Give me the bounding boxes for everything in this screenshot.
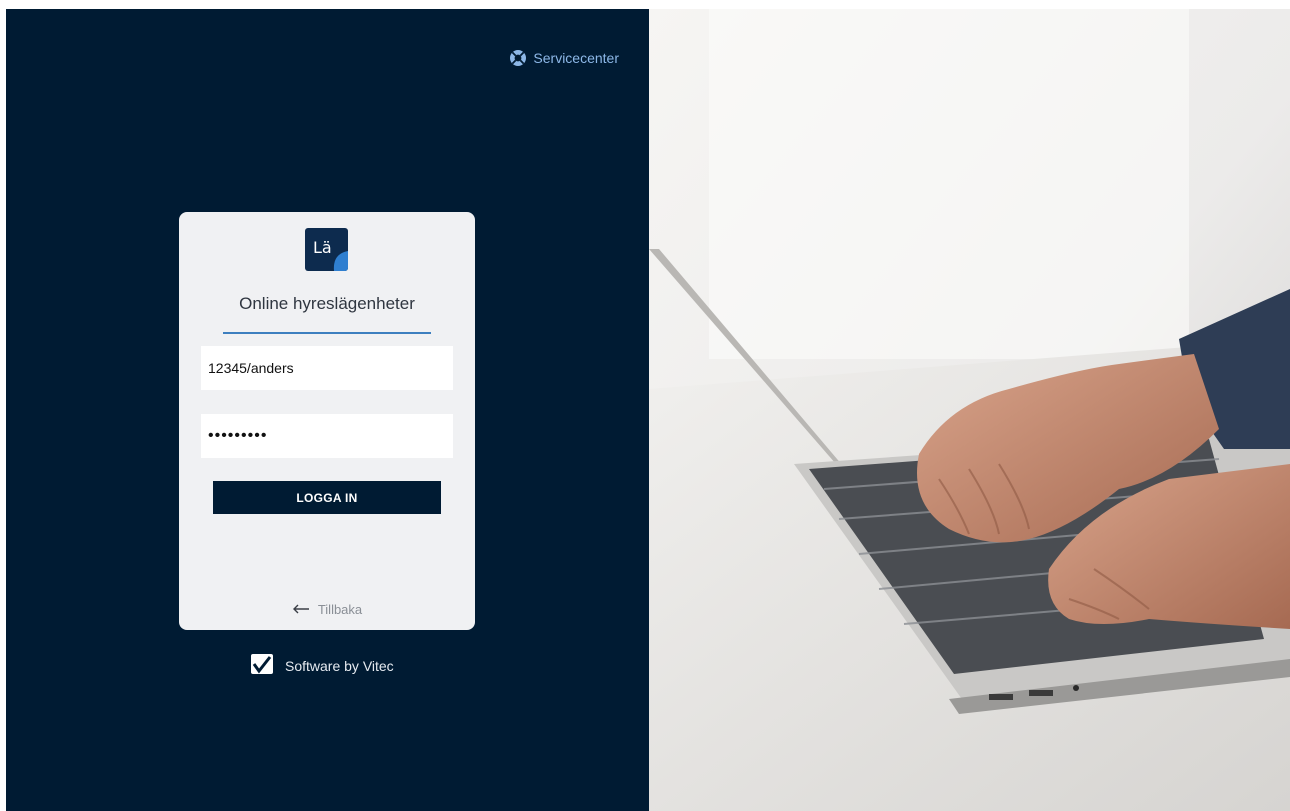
- title-underline: [223, 332, 431, 334]
- login-card: Lä Online hyreslägenheter LOGGA IN Tillb…: [179, 212, 475, 630]
- left-panel: Servicecenter Lä Online hyreslägenheter …: [6, 9, 649, 811]
- password-input[interactable]: [201, 414, 453, 458]
- lifebuoy-icon: [509, 49, 527, 67]
- vitec-logo-icon: [250, 652, 274, 679]
- servicecenter-label: Servicecenter: [533, 50, 619, 66]
- back-link[interactable]: Tillbaka: [179, 602, 475, 617]
- hero-photo: [649, 9, 1290, 811]
- app-logo-text: Lä: [313, 238, 332, 257]
- app-title: Online hyreslägenheter: [239, 294, 415, 313]
- servicecenter-link[interactable]: Servicecenter: [509, 49, 619, 67]
- leaf-icon: [333, 251, 348, 271]
- vitec-label: Software by Vitec: [285, 657, 394, 674]
- laptop-typing-image: [649, 9, 1290, 811]
- login-page: Servicecenter Lä Online hyreslägenheter …: [6, 9, 1290, 811]
- back-label: Tillbaka: [317, 602, 363, 617]
- vitec-brand: Software by Vitec: [250, 652, 394, 679]
- login-button[interactable]: LOGGA IN: [213, 481, 441, 514]
- app-logo: Lä: [305, 228, 348, 271]
- arrow-left-icon: [292, 602, 310, 617]
- username-input[interactable]: [201, 346, 453, 390]
